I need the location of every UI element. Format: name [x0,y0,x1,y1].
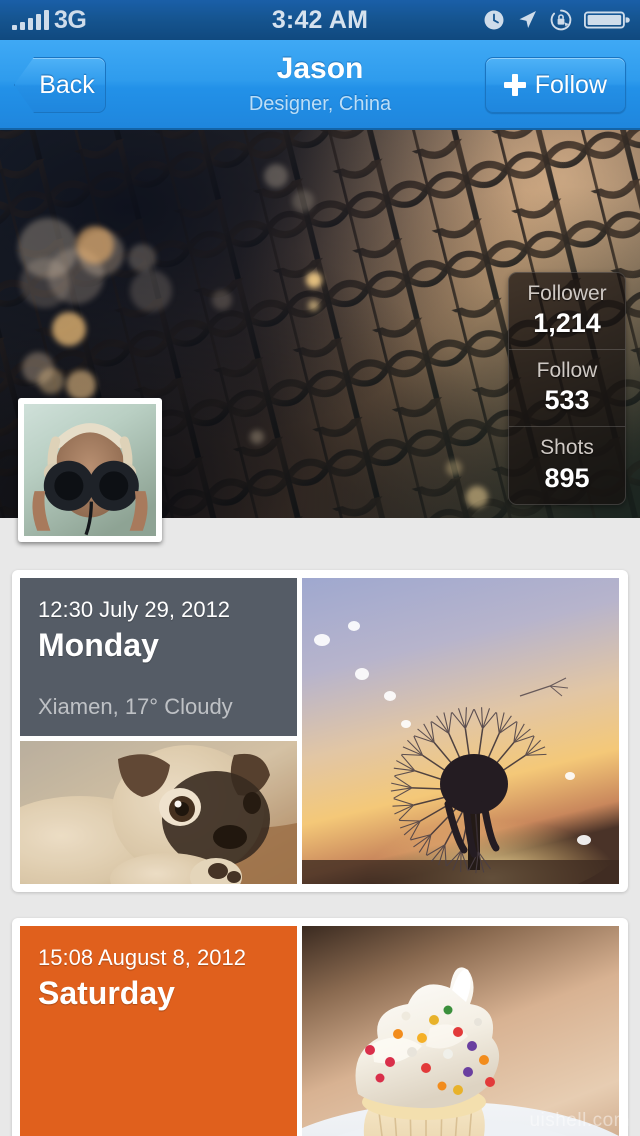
bokeh-dot [292,190,314,212]
bokeh-dot [38,368,64,394]
feed-card-info-panel: 15:08 August 8, 2012 Saturday [20,926,297,1136]
page-subtitle: Designer, China [248,93,392,115]
feed-card-timestamp: 12:30 July 29, 2012 [38,597,231,622]
stat-shots[interactable]: Shots 895 [509,426,625,503]
app-screen: 3G 3:42 AM Back Jason Designer, China Fo… [0,0,640,1136]
stat-label: Follower [527,282,607,305]
bokeh-dot [66,370,96,400]
bokeh-dot [212,290,232,310]
stat-value: 533 [544,385,590,416]
stat-follow[interactable]: Follow 533 [509,349,625,426]
feed-card[interactable]: 12:30 July 29, 2012 Monday Xiamen, 17° C… [12,570,628,892]
status-bar-right [483,0,630,40]
plus-icon [503,74,526,96]
profile-stats-panel: Follower 1,214 Follow 533 Shots 895 [508,272,626,505]
feed-card-weather: Xiamen, 17° Cloudy [38,694,233,719]
bokeh-dot [128,244,156,272]
feed-photo-pug[interactable] [20,741,297,884]
bokeh-dot [20,258,70,308]
rotation-lock-icon [549,8,573,32]
stat-label: Follow [536,359,598,383]
feed-card-day: Saturday [38,974,175,1011]
feed-card-day: Monday [38,626,159,663]
alarm-clock-icon [483,9,505,31]
bokeh-dot [306,272,322,288]
back-button-label: Back [39,70,95,99]
feed-card[interactable]: 15:08 August 8, 2012 Saturday [12,918,628,1136]
navigation-bar: Back Jason Designer, China Follow [0,40,640,130]
stat-follower[interactable]: Follower 1,214 [509,273,625,349]
stat-label: Shots [540,436,594,460]
feed-card-left-column: 12:30 July 29, 2012 Monday Xiamen, 17° C… [20,578,297,884]
bokeh-dot [130,270,172,312]
stat-value: 895 [544,462,590,493]
bokeh-dot [308,300,319,311]
bokeh-dot [76,226,114,264]
location-arrow-icon [516,9,538,31]
feed-card-left-column: 15:08 August 8, 2012 Saturday [20,926,297,1136]
bokeh-dot [250,430,264,444]
feed-photo-cupcake[interactable] [302,926,619,1136]
activity-feed[interactable]: 12:30 July 29, 2012 Monday Xiamen, 17° C… [0,518,640,1136]
bokeh-dot [52,312,86,346]
follow-button[interactable]: Follow [484,57,626,113]
feed-card-info-panel: 12:30 July 29, 2012 Monday Xiamen, 17° C… [20,578,297,736]
battery-icon [584,9,630,31]
stat-value: 1,214 [533,308,601,339]
feed-photo-dandelion[interactable] [302,578,619,884]
status-bar: 3G 3:42 AM [0,0,640,40]
page-title: Jason [276,52,364,85]
bokeh-dot [446,460,462,476]
feed-card-right-column [302,578,619,884]
back-button[interactable]: Back [14,57,106,113]
feed-card-timestamp: 15:08 August 8, 2012 [38,945,246,970]
avatar[interactable] [18,398,162,542]
feed-card-right-column [302,926,619,1136]
navigation-title-group: Jason Designer, China [160,40,480,115]
avatar-image [24,404,156,536]
follow-button-label: Follow [534,70,607,99]
bokeh-dot [466,486,488,508]
bokeh-dot [264,164,288,188]
